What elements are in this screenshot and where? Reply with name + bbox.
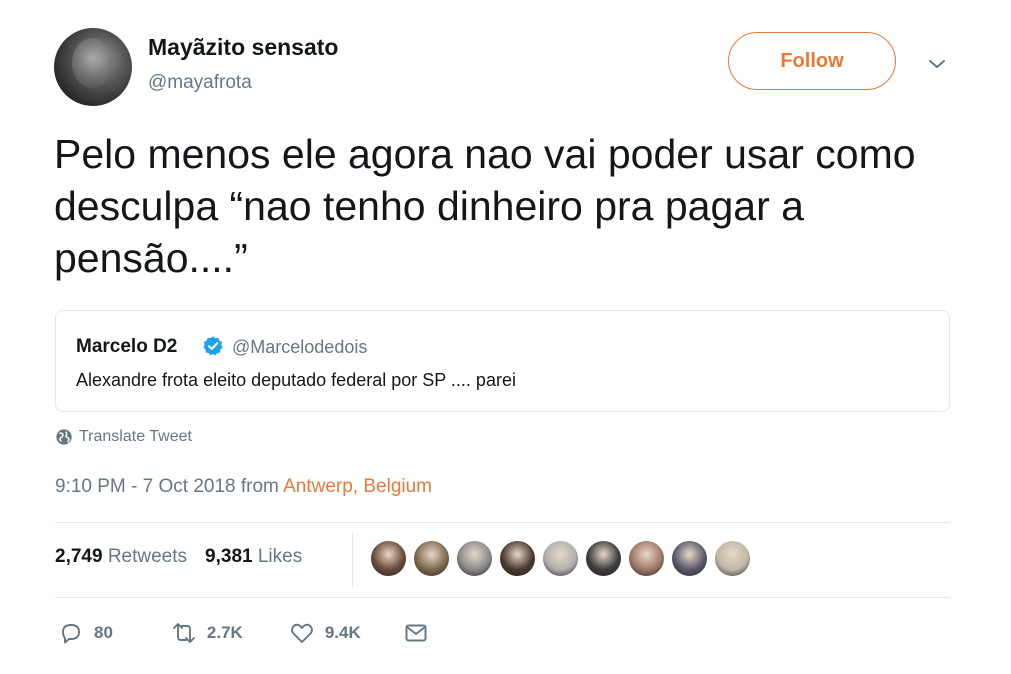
quoted-text: Alexandre frota eleito deputado federal … — [76, 370, 516, 390]
retweets-count: 2,749 — [55, 546, 103, 567]
like-button[interactable]: 9.4K — [289, 620, 361, 646]
tweet-timestamp: 9:10 PM - 7 Oct 2018 from Antwerp, Belgi… — [55, 476, 432, 498]
reply-icon — [62, 624, 80, 644]
likes-stat[interactable]: 9,381 Likes — [205, 546, 302, 568]
liker-avatar[interactable] — [713, 539, 752, 578]
liker-avatar[interactable] — [498, 539, 537, 578]
timestamp-from: from — [240, 476, 279, 497]
liker-avatar[interactable] — [369, 539, 408, 578]
translate-label: Translate Tweet — [79, 428, 192, 445]
retweets-label: Retweets — [107, 546, 188, 567]
verified-icon — [203, 336, 223, 356]
envelope-icon — [405, 624, 427, 642]
like-count: 9.4K — [324, 623, 361, 642]
divider — [55, 522, 950, 523]
tweet-text: Pelo menos ele agora nao vai poder usar … — [54, 131, 916, 281]
stats-divider — [352, 532, 353, 587]
chevron-down-icon[interactable] — [925, 52, 949, 76]
tweet-stats: 2,749 Retweets 9,381 Likes — [55, 546, 302, 568]
liker-avatar[interactable] — [455, 539, 494, 578]
retweet-button[interactable]: 2.7K — [171, 620, 243, 646]
liker-avatar[interactable] — [412, 539, 451, 578]
follow-button[interactable]: Follow — [728, 32, 896, 90]
translate-tweet-link[interactable]: Translate Tweet — [55, 428, 192, 446]
retweets-stat[interactable]: 2,749 Retweets — [55, 546, 187, 568]
tweet-actions: 80 2.7K 9.4K — [58, 620, 429, 646]
direct-message-button[interactable] — [403, 620, 429, 646]
divider — [55, 597, 950, 598]
location-link[interactable]: Antwerp, Belgium — [283, 476, 432, 497]
quoted-handle: @Marcelodedois — [232, 337, 368, 357]
author-display-name[interactable]: Mayãzito sensato — [148, 34, 338, 61]
quoted-tweet[interactable]: Marcelo D2 @Marcelodedois Alexandre frot… — [55, 310, 950, 412]
liker-avatar[interactable] — [584, 539, 623, 578]
likes-label: Likes — [257, 546, 303, 567]
reply-count: 80 — [94, 623, 113, 642]
likes-count: 9,381 — [205, 546, 253, 567]
author-avatar[interactable] — [54, 28, 132, 106]
timestamp-time[interactable]: 9:10 PM - 7 Oct 2018 — [55, 476, 236, 497]
retweet-count: 2.7K — [206, 623, 243, 642]
liker-avatars — [369, 539, 752, 578]
liker-avatar[interactable] — [541, 539, 580, 578]
liker-avatar[interactable] — [627, 539, 666, 578]
author-handle[interactable]: @mayafrota — [148, 72, 252, 94]
liker-avatar[interactable] — [670, 539, 709, 578]
quoted-display-name: Marcelo D2 — [76, 336, 178, 357]
reply-button[interactable]: 80 — [58, 620, 113, 646]
heart-icon — [290, 623, 313, 643]
retweet-icon — [172, 623, 195, 643]
globe-icon — [56, 429, 72, 445]
